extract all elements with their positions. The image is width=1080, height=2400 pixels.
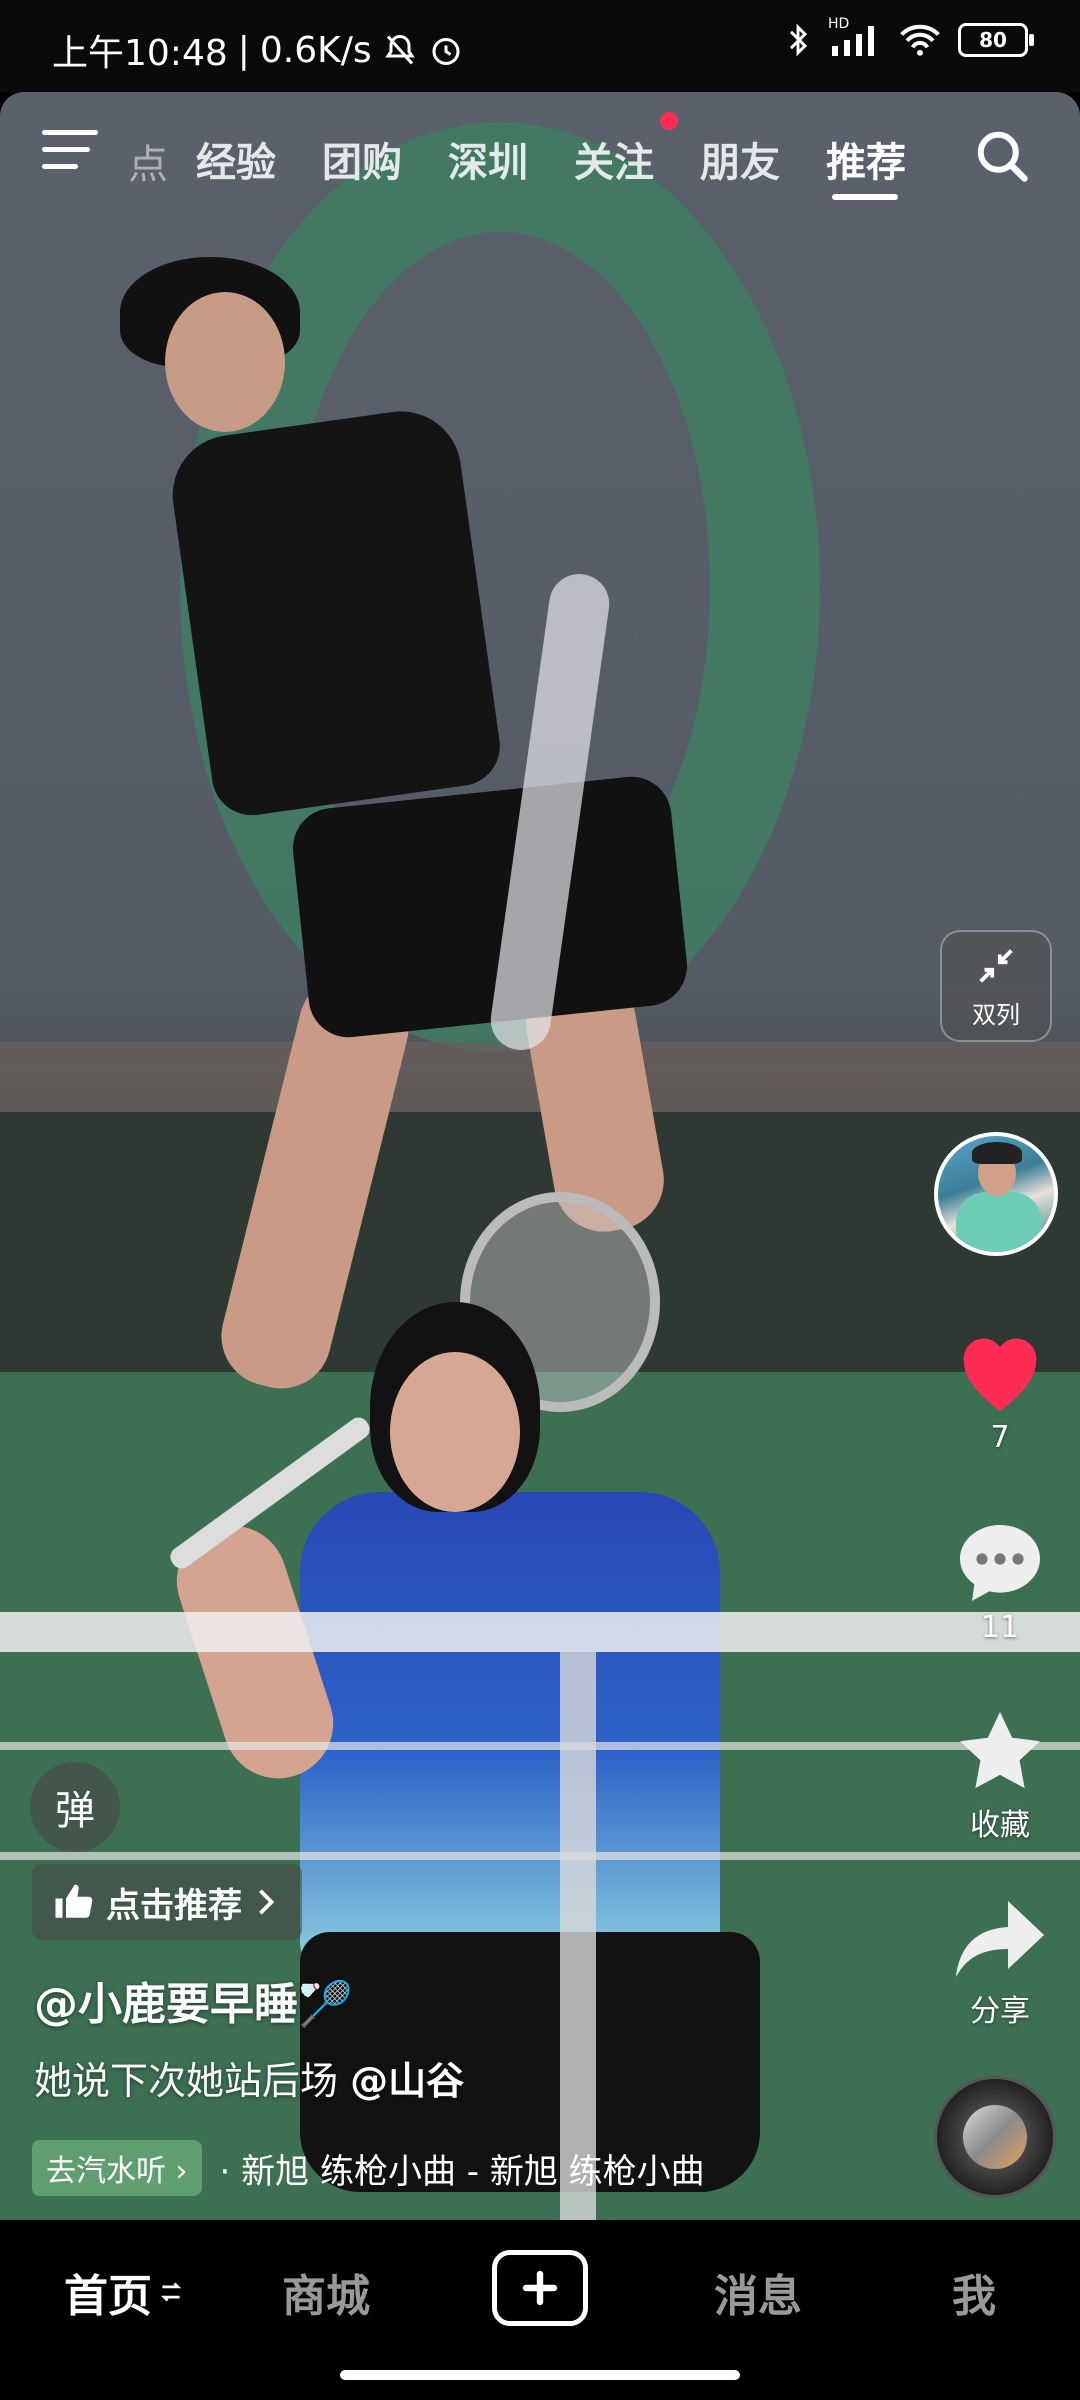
player-figure bbox=[165, 292, 285, 432]
nav-mall[interactable]: 商城 bbox=[282, 2260, 370, 2324]
comment-count: 11 bbox=[980, 1610, 1020, 1645]
status-bar: 上午10:48 | 0.6K/s HD 80 bbox=[0, 0, 1080, 92]
double-column-button[interactable]: 双列 bbox=[940, 930, 1052, 1042]
soda-listen-label: 去汽水听 bbox=[46, 2154, 166, 2189]
menu-icon[interactable] bbox=[42, 130, 102, 182]
tab-recommend[interactable]: 推荐 bbox=[826, 130, 906, 188]
wifi-icon bbox=[900, 24, 940, 56]
recommend-label: 点击推荐 bbox=[106, 1885, 242, 1926]
court-line bbox=[0, 1852, 1080, 1860]
tab-following[interactable]: 关注 bbox=[574, 130, 654, 188]
comment-button[interactable]: 11 bbox=[930, 1516, 1070, 1645]
bluetooth-icon bbox=[789, 23, 808, 57]
like-button[interactable]: 7 bbox=[930, 1326, 1070, 1455]
net-tape bbox=[0, 1612, 1080, 1652]
home-indicator[interactable] bbox=[340, 2370, 740, 2380]
music-disc[interactable] bbox=[934, 2076, 1056, 2198]
music-track-title: · 新旭 练枪小曲 - 新旭 练枪小曲 bbox=[219, 2151, 705, 2192]
danmu-toggle-button[interactable]: 弹 bbox=[30, 1762, 120, 1852]
recommend-button[interactable]: 点击推荐 bbox=[32, 1864, 302, 1940]
share-arrow-icon bbox=[956, 1901, 1044, 1977]
top-nav: 点 经验 团购 深圳 关注 朋友 推荐 bbox=[0, 118, 1080, 200]
heart-icon bbox=[963, 1338, 1037, 1411]
player-figure bbox=[289, 772, 691, 1042]
refresh-arrows-icon bbox=[160, 2282, 182, 2302]
battery-indicator: 80 bbox=[958, 23, 1034, 57]
nav-home[interactable]: 首页 bbox=[64, 2260, 152, 2324]
share-button[interactable]: 分享 bbox=[930, 1896, 1070, 2030]
like-count: 7 bbox=[990, 1420, 1010, 1455]
video-caption: 她说下次她站后场 @山谷 bbox=[34, 2050, 464, 2105]
collect-label: 收藏 bbox=[970, 1808, 1030, 1843]
plus-icon bbox=[522, 2270, 558, 2306]
star-icon bbox=[960, 1711, 1040, 1789]
status-separator: | bbox=[237, 29, 250, 71]
chevron-right-icon bbox=[259, 1889, 275, 1915]
comment-bubble-icon bbox=[960, 1525, 1040, 1601]
collapse-arrows-icon bbox=[979, 948, 1013, 983]
tab-experience[interactable]: 经验 bbox=[196, 130, 276, 188]
following-notification-dot bbox=[660, 112, 678, 130]
active-tab-indicator bbox=[832, 194, 898, 200]
thumbs-up-icon bbox=[55, 1884, 93, 1918]
court-line bbox=[0, 1742, 1080, 1750]
tab-shenzhen[interactable]: 深圳 bbox=[448, 130, 528, 188]
soda-listen-button[interactable]: 去汽水听 › bbox=[32, 2140, 202, 2196]
caption-text: 她说下次她站后场 bbox=[34, 2059, 351, 2103]
bottom-nav: 首页 商城 消息 我 bbox=[0, 2220, 1080, 2400]
nav-messages[interactable]: 消息 bbox=[714, 2260, 802, 2324]
player-figure bbox=[300, 1492, 720, 1972]
status-net-speed: 0.6K/s bbox=[259, 29, 372, 71]
author-name[interactable]: @小鹿要早睡🏸 bbox=[34, 1968, 353, 2032]
net-post bbox=[560, 1652, 596, 2220]
tab-group-buy[interactable]: 团购 bbox=[322, 130, 402, 188]
search-icon[interactable] bbox=[972, 126, 1032, 186]
create-post-button[interactable] bbox=[492, 2250, 588, 2326]
signal-icon: HD bbox=[828, 16, 882, 58]
tab-friends[interactable]: 朋友 bbox=[700, 130, 780, 188]
author-avatar[interactable] bbox=[934, 1132, 1058, 1256]
bell-muted-icon bbox=[384, 34, 415, 65]
tab-partial[interactable]: 点 bbox=[128, 132, 168, 190]
collect-button[interactable]: 收藏 bbox=[930, 1706, 1070, 1844]
status-left: 上午10:48 | 0.6K/s bbox=[52, 24, 464, 76]
signal-hd-badge: HD bbox=[828, 16, 850, 32]
player-figure bbox=[390, 1352, 520, 1512]
status-time: 上午10:48 bbox=[52, 33, 228, 74]
alarm-icon bbox=[432, 38, 460, 65]
double-column-label: 双列 bbox=[972, 1000, 1020, 1029]
share-label: 分享 bbox=[970, 1994, 1030, 2029]
music-row[interactable]: 去汽水听 › · 新旭 练枪小曲 - 新旭 练枪小曲 bbox=[32, 2140, 705, 2196]
caption-mention[interactable]: @山谷 bbox=[350, 2059, 464, 2103]
nav-me[interactable]: 我 bbox=[952, 2260, 996, 2324]
status-right: HD 80 bbox=[784, 16, 1034, 58]
player-figure bbox=[164, 403, 506, 821]
